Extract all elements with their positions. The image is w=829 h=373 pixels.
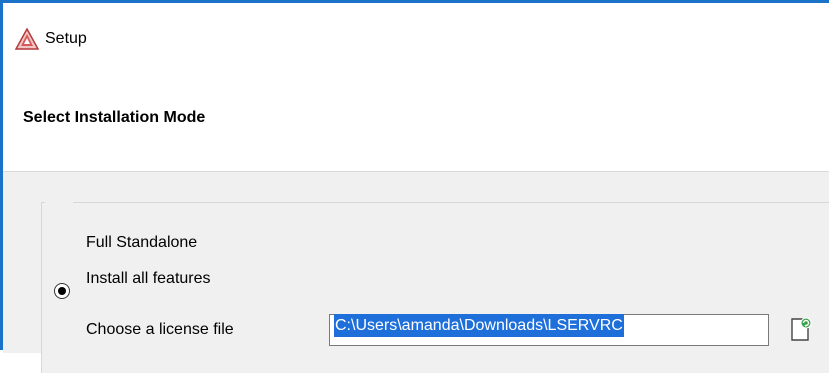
radio-selected-dot: [58, 287, 66, 295]
window-title: Setup: [45, 30, 87, 47]
title-bar: Setup: [3, 3, 829, 59]
content-area: Full Standalone Install all features Cho…: [3, 172, 829, 373]
mode-option-title: Full Standalone: [86, 234, 198, 251]
app-icon: [15, 28, 39, 50]
license-file-input[interactable]: C:\Users\amanda\Downloads\LSERVRC: [329, 314, 769, 346]
setup-window: Setup Select Installation Mode Full Stan…: [0, 0, 829, 373]
license-file-path: C:\Users\amanda\Downloads\LSERVRC: [334, 314, 624, 337]
mode-option-description: Install all features: [86, 270, 211, 287]
browse-file-icon[interactable]: [789, 316, 813, 342]
page-title: Select Installation Mode: [23, 109, 206, 126]
full-standalone-radio[interactable]: [54, 283, 70, 299]
page-header: Select Installation Mode: [3, 59, 829, 163]
group-box-gap: [45, 201, 73, 204]
license-file-label: Choose a license file: [86, 321, 234, 338]
